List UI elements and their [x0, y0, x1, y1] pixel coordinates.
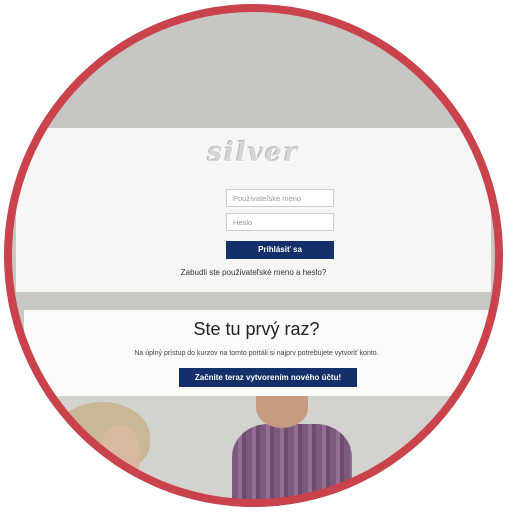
login-button[interactable]: Prihlásiť sa — [226, 241, 334, 259]
panel-separator — [4, 292, 503, 310]
person-right-shirt — [232, 424, 352, 507]
background-image-top — [4, 4, 503, 126]
forgot-credentials-link[interactable]: Zabudli ste používateľské meno a heslo? — [16, 268, 491, 277]
circular-viewport: silver Používateľské meno Heslo Prihlási… — [4, 4, 503, 507]
site-logo: silver — [207, 138, 300, 168]
login-panel: silver Používateľské meno Heslo Prihlási… — [16, 128, 491, 292]
first-time-description: Na úplný prístup do kurzov na tomto port… — [134, 350, 379, 357]
first-time-title: Ste tu prvý raz? — [193, 319, 320, 339]
first-time-panel: Ste tu prvý raz? Na úplný prístup do kur… — [24, 310, 489, 396]
username-input[interactable]: Používateľské meno — [226, 189, 334, 207]
person-left-face — [100, 426, 140, 486]
screenshot-stage: silver Používateľské meno Heslo Prihlási… — [0, 0, 513, 512]
person-left-shirt — [44, 474, 154, 507]
create-account-button[interactable]: Začnite teraz vytvorením nového účtu! — [179, 368, 357, 387]
password-input[interactable]: Heslo — [226, 213, 334, 231]
background-photo — [4, 396, 503, 507]
